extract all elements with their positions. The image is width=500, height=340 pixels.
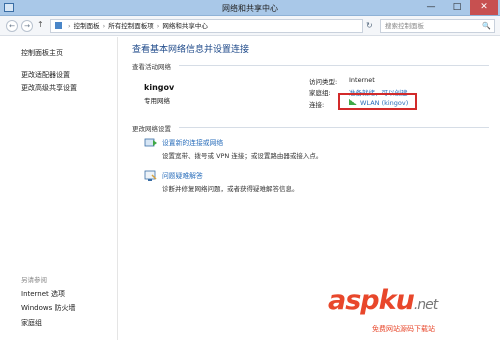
network-name: kingov bbox=[144, 83, 175, 92]
highlight-box bbox=[338, 93, 417, 110]
back-arrow-icon[interactable]: ← bbox=[6, 20, 18, 32]
maximize-button[interactable]: □ bbox=[444, 0, 470, 15]
homegroup-label: 家庭组: bbox=[309, 89, 331, 97]
active-networks-label: 查看活动网络 bbox=[132, 63, 171, 71]
setup-connection-link[interactable]: 设置新的连接或网络 bbox=[162, 137, 223, 147]
watermark-net: .net bbox=[413, 297, 438, 313]
main-content: 查看基本网络信息并设置连接 查看活动网络 kingov 专用网络 访问类型: I… bbox=[119, 37, 500, 340]
watermark-logo: aspku.net bbox=[328, 285, 438, 316]
network-type: 专用网络 bbox=[144, 97, 170, 105]
section-divider bbox=[179, 65, 489, 66]
troubleshoot-icon bbox=[144, 170, 157, 181]
sidebar-item-change-adapter-settings[interactable]: 更改适配器设置 bbox=[21, 70, 70, 80]
search-input[interactable]: 搜索控制面板 🔍 bbox=[380, 19, 495, 33]
change-network-settings-label: 更改网络设置 bbox=[132, 125, 171, 133]
access-type-label: 访问类型: bbox=[309, 78, 338, 86]
sidebar: 控制面板主页 更改适配器设置 更改高级共享设置 另请参阅 Internet 选项… bbox=[0, 37, 118, 340]
control-panel-icon bbox=[55, 22, 62, 29]
page-title: 查看基本网络信息并设置连接 bbox=[132, 45, 250, 55]
breadcrumb-item-control-panel[interactable]: 控制面板 bbox=[74, 22, 100, 30]
troubleshoot-description: 诊断并修复网络问题，或者获得疑难解答信息。 bbox=[162, 185, 299, 193]
sidebar-item-windows-firewall[interactable]: Windows 防火墙 bbox=[21, 303, 75, 313]
section-divider bbox=[179, 127, 489, 128]
refresh-icon[interactable]: ↻ bbox=[366, 19, 378, 33]
task-setup-connection: 设置新的连接或网络 设置宽带、拨号或 VPN 连接；或设置路由器或接入点。 bbox=[144, 137, 484, 163]
breadcrumb-item-all-items[interactable]: 所有控制面板项 bbox=[108, 22, 154, 30]
sidebar-item-internet-options[interactable]: Internet 选项 bbox=[21, 289, 65, 299]
breadcrumb-separator: › bbox=[68, 22, 71, 30]
setup-connection-description: 设置宽带、拨号或 VPN 连接；或设置路由器或接入点。 bbox=[162, 152, 323, 160]
up-arrow-icon[interactable]: ↑ bbox=[37, 20, 44, 29]
address-bar: ← → ↑ › 控制面板 › 所有控制面板项 › 网络和共享中心 ↻ 搜索控制面板 🔍 bbox=[0, 16, 500, 36]
watermark-asp: asp bbox=[328, 285, 380, 316]
see-also-heading: 另请参阅 bbox=[21, 276, 47, 284]
sidebar-item-homegroup[interactable]: 家庭组 bbox=[21, 318, 42, 328]
breadcrumb-item-network-center[interactable]: 网络和共享中心 bbox=[162, 22, 208, 30]
forward-arrow-icon[interactable]: → bbox=[21, 20, 33, 32]
search-placeholder: 搜索控制面板 bbox=[385, 22, 424, 30]
watermark-ku: ku bbox=[378, 285, 415, 316]
sidebar-item-change-advanced-sharing[interactable]: 更改高级共享设置 bbox=[21, 83, 77, 93]
breadcrumb-separator: › bbox=[102, 22, 106, 30]
watermark-subtitle: 免费网站源码下载站 bbox=[372, 324, 435, 334]
title-bar: 网络和共享中心 — □ ✕ bbox=[0, 0, 500, 16]
close-button[interactable]: ✕ bbox=[470, 0, 498, 15]
troubleshoot-link[interactable]: 问题疑难解答 bbox=[162, 170, 203, 180]
sidebar-item-control-panel-home[interactable]: 控制面板主页 bbox=[21, 48, 63, 58]
breadcrumb-separator: › bbox=[156, 22, 160, 30]
access-type-value: Internet bbox=[349, 76, 375, 84]
task-troubleshoot: 问题疑难解答 诊断并修复网络问题，或者获得疑难解答信息。 bbox=[144, 170, 484, 196]
search-icon[interactable]: 🔍 bbox=[482, 20, 491, 32]
new-connection-icon bbox=[144, 138, 157, 147]
breadcrumb[interactable]: › 控制面板 › 所有控制面板项 › 网络和共享中心 bbox=[50, 19, 363, 33]
connections-label: 连接: bbox=[309, 101, 325, 109]
minimize-button[interactable]: — bbox=[418, 0, 444, 15]
